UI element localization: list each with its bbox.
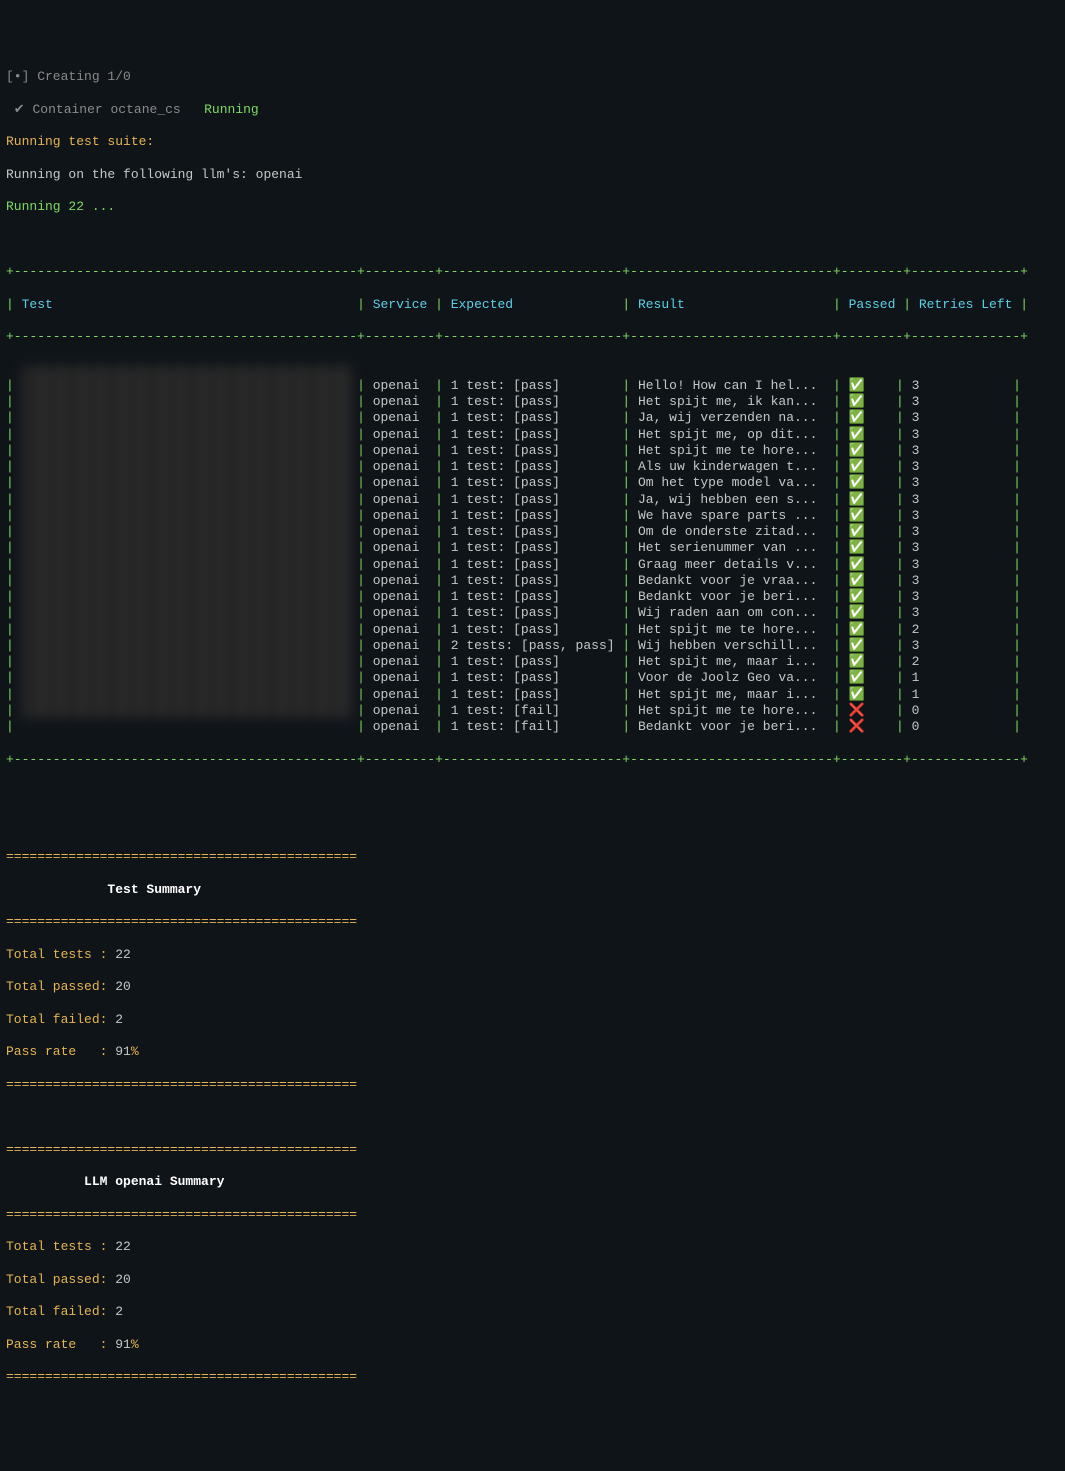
col-expected: Expected bbox=[451, 297, 513, 312]
summary1-div-bot: ========================================… bbox=[6, 1077, 1059, 1093]
summary1-pass-rate: Pass rate : 91% bbox=[6, 1044, 1059, 1060]
summary2-div-bot: ========================================… bbox=[6, 1369, 1059, 1385]
col-result: Result bbox=[638, 297, 685, 312]
running-count: Running 22 ... bbox=[6, 199, 1059, 215]
summary2-total-failed: Total failed: 2 bbox=[6, 1304, 1059, 1320]
summary2-total-passed: Total passed: 20 bbox=[6, 1272, 1059, 1288]
summary2-div-top: ========================================… bbox=[6, 1142, 1059, 1158]
table-border-top: +---------------------------------------… bbox=[6, 264, 1059, 280]
blurred-test-names bbox=[22, 366, 352, 718]
summary2-title: LLM openai Summary bbox=[84, 1174, 224, 1189]
summary2-pass-rate: Pass rate : 91% bbox=[6, 1337, 1059, 1353]
results-table: +---------------------------------------… bbox=[6, 248, 1059, 784]
table-row: | | openai | 1 test: [fail] | Bedankt vo… bbox=[6, 719, 1059, 735]
container-check: ✔ Container octane_cs bbox=[6, 102, 204, 117]
summary1-total-failed: Total failed: 2 bbox=[6, 1012, 1059, 1028]
col-service: Service bbox=[373, 297, 428, 312]
suite-line: Running test suite: bbox=[6, 134, 1059, 150]
summary1-div-top: ========================================… bbox=[6, 849, 1059, 865]
creating-line: [•] Creating 1/0 bbox=[6, 69, 1059, 85]
summary1-div-mid: ========================================… bbox=[6, 914, 1059, 930]
col-retries: Retries Left bbox=[919, 297, 1013, 312]
table-header-row: | Test | Service | Expected | Result | P… bbox=[6, 297, 1059, 313]
col-test: Test bbox=[22, 297, 53, 312]
table-border-mid: +---------------------------------------… bbox=[6, 329, 1059, 345]
summary1-total-passed: Total passed: 20 bbox=[6, 979, 1059, 995]
llm-line: Running on the following llm's: openai bbox=[6, 167, 1059, 183]
col-passed: Passed bbox=[849, 297, 896, 312]
summary1-title-row: Test Summary bbox=[6, 882, 1059, 898]
summary1-total-tests: Total tests : 22 bbox=[6, 947, 1059, 963]
container-line: ✔ Container octane_cs Running bbox=[6, 102, 1059, 118]
summary2-div-mid: ========================================… bbox=[6, 1207, 1059, 1223]
table-border-bottom: +---------------------------------------… bbox=[6, 752, 1059, 768]
container-status: Running bbox=[204, 102, 259, 117]
summary2-total-tests: Total tests : 22 bbox=[6, 1239, 1059, 1255]
summary2-title-row: LLM openai Summary bbox=[6, 1174, 1059, 1190]
summary1-title: Test Summary bbox=[107, 882, 201, 897]
